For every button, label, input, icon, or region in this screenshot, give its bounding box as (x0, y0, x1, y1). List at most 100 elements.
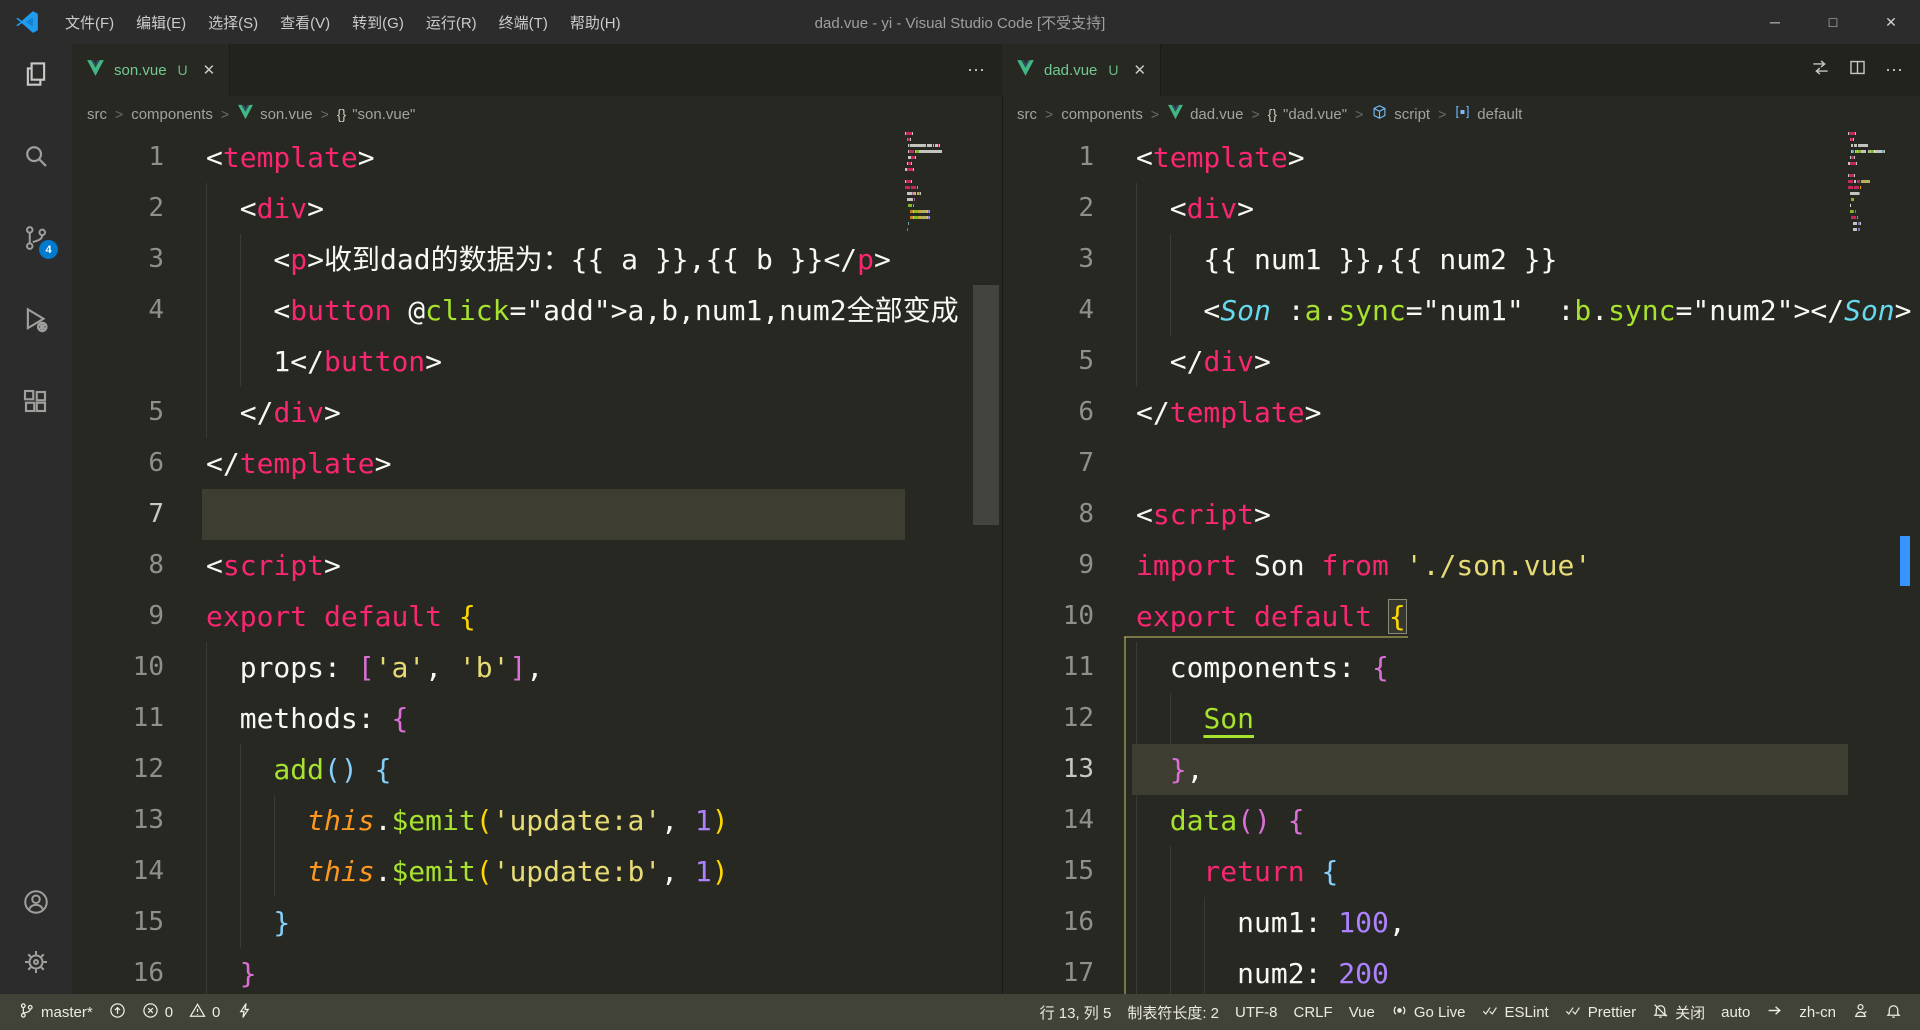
code-line-14[interactable]: 14 data() { (1002, 795, 1920, 846)
status-encoding[interactable]: UTF-8 (1227, 994, 1286, 1030)
code-line-3[interactable]: 3 {{ num1 }},{{ num2 }} (1002, 234, 1920, 285)
code-line-11[interactable]: 11 components: { (1002, 642, 1920, 693)
code-line-wrap[interactable]: 1</button> (72, 336, 1002, 387)
activitybar-settings[interactable] (20, 946, 52, 978)
menu-文件F[interactable]: 文件(F) (54, 12, 125, 33)
minimap[interactable] (905, 132, 947, 994)
line-number: 7 (1078, 448, 1094, 478)
split-icon[interactable] (1848, 58, 1867, 82)
activitybar-accounts[interactable] (20, 886, 52, 918)
code-line-15[interactable]: 15 return { (1002, 846, 1920, 897)
status-indentation[interactable]: 制表符长度: 2 (1119, 994, 1227, 1030)
status-display-language[interactable]: zh-cn (1791, 994, 1844, 1030)
activitybar-extensions[interactable] (20, 386, 52, 418)
breadcrumb-label: dad.vue (1190, 105, 1244, 123)
minimize-button[interactable]: ─ (1746, 0, 1804, 44)
menu-终端T[interactable]: 终端(T) (488, 12, 559, 33)
close-icon[interactable]: ✕ (203, 61, 216, 79)
code-line-6[interactable]: 6 </template> (72, 438, 1002, 489)
code-line-8[interactable]: 8 <script> (72, 540, 1002, 591)
compare-icon[interactable] (1811, 58, 1830, 82)
status-arrow[interactable] (1758, 994, 1791, 1030)
minimap[interactable] (1848, 132, 1890, 994)
status-warnings[interactable]: 0 (181, 994, 228, 1030)
status-publish-changes[interactable] (101, 994, 134, 1030)
code-line-15[interactable]: 15 } (72, 897, 1002, 948)
breadcrumb-item-3[interactable]: {} "dad.vue" (1268, 106, 1347, 123)
minimap-line (1848, 222, 1890, 225)
status-auto-detect[interactable]: auto (1713, 994, 1758, 1030)
breadcrumb-item-0[interactable]: src (1017, 106, 1037, 123)
menu-选择S[interactable]: 选择(S) (197, 12, 269, 33)
code-line-13[interactable]: 13 }, (1002, 744, 1920, 795)
status-git-branch[interactable]: master* (10, 994, 101, 1030)
code-line-9[interactable]: 9 export default { (72, 591, 1002, 642)
activitybar-run-and-debug[interactable] (20, 304, 52, 336)
code-editor[interactable]: 1 <template> 2 <div> 3 {{ num1 }},{{ num2 }… (1002, 132, 1920, 994)
status-eslint[interactable]: ESLint (1474, 994, 1557, 1030)
status-go-live[interactable]: Go Live (1383, 994, 1474, 1030)
menu-查看V[interactable]: 查看(V) (269, 12, 341, 33)
code-line-6[interactable]: 6 </template> (1002, 387, 1920, 438)
code-line-8[interactable]: 8 <script> (1002, 489, 1920, 540)
vertical-scrollbar[interactable] (973, 285, 999, 525)
code-line-5[interactable]: 5 </div> (1002, 336, 1920, 387)
status-errors[interactable]: 0 (134, 994, 181, 1030)
code-line-13[interactable]: 13 this.$emit('update:a', 1) (72, 795, 1002, 846)
code-line-16[interactable]: 16 num1: 100, (1002, 897, 1920, 948)
more-actions-icon[interactable]: ⋯ (967, 60, 986, 81)
menu-帮助H[interactable]: 帮助(H) (559, 12, 632, 33)
code-line-10[interactable]: 10 props: ['a', 'b'], (72, 642, 1002, 693)
activitybar-source-control[interactable]: 4 (20, 222, 58, 259)
code-line-1[interactable]: 1 <template> (72, 132, 1002, 183)
breadcrumb-item-1[interactable]: components (131, 106, 213, 123)
code-text: </template> (206, 447, 392, 480)
status-notifications-toggle[interactable]: 关闭 (1644, 994, 1713, 1030)
code-line-2[interactable]: 2 <div> (1002, 183, 1920, 234)
status-language-mode[interactable]: Vue (1341, 994, 1383, 1030)
breadcrumb-item-0[interactable]: src (87, 106, 107, 123)
code-line-9[interactable]: 9 import Son from './son.vue' (1002, 540, 1920, 591)
status-prettier[interactable]: Prettier (1557, 994, 1644, 1030)
breadcrumb-item-3[interactable]: {} "son.vue" (337, 106, 416, 123)
breadcrumb-item-1[interactable]: components (1061, 106, 1143, 123)
code-line-11[interactable]: 11 methods: { (72, 693, 1002, 744)
code-line-7[interactable]: 7 (1002, 438, 1920, 489)
code-line-7[interactable]: 7 (72, 489, 1002, 540)
breadcrumb-item-4[interactable]: script (1371, 104, 1430, 124)
code-line-1[interactable]: 1 <template> (1002, 132, 1920, 183)
menu-运行R[interactable]: 运行(R) (415, 12, 488, 33)
code-line-14[interactable]: 14 this.$emit('update:b', 1) (72, 846, 1002, 897)
menu-编辑E[interactable]: 编辑(E) (125, 12, 197, 33)
code-editor[interactable]: 1 <template> 2 <div> 3 <p>收到dad的数据为：{{ a }}… (72, 132, 1002, 994)
status-live-reload[interactable] (228, 994, 261, 1030)
code-text: props: ['a', 'b'], (206, 651, 544, 684)
status-feedback[interactable] (1844, 994, 1877, 1030)
status-cursor-position[interactable]: 行 13, 列 5 (1032, 994, 1120, 1030)
line-number: 4 (1078, 295, 1094, 325)
status-eol[interactable]: CRLF (1286, 994, 1341, 1030)
breadcrumb-item-2[interactable]: son.vue (237, 104, 313, 124)
breadcrumb-item-2[interactable]: dad.vue (1167, 104, 1243, 124)
code-line-10[interactable]: 10 export default { (1002, 591, 1920, 642)
activitybar-search[interactable] (20, 140, 52, 172)
close-icon[interactable]: ✕ (1134, 61, 1147, 79)
code-line-12[interactable]: 12 Son (1002, 693, 1920, 744)
code-line-12[interactable]: 12 add() { (72, 744, 1002, 795)
more-actions-icon[interactable]: ⋯ (1885, 60, 1904, 81)
tab-son.vue[interactable]: son.vue U ✕ (72, 44, 231, 96)
code-line-5[interactable]: 5 </div> (72, 387, 1002, 438)
code-line-4[interactable]: 4 <Son :a.sync="num1" :b.sync="num2"></S… (1002, 285, 1920, 336)
code-line-2[interactable]: 2 <div> (72, 183, 1002, 234)
tab-dad.vue[interactable]: dad.vue U ✕ (1002, 44, 1162, 96)
code-line-17[interactable]: 17 num2: 200 (1002, 948, 1920, 994)
close-window-button[interactable]: ✕ (1862, 0, 1920, 44)
code-line-4[interactable]: 4 <button @click="add">a,b,num1,num2全部变成 (72, 285, 1002, 336)
breadcrumb-item-5[interactable]: default (1454, 104, 1522, 124)
activitybar-explorer[interactable] (20, 58, 52, 90)
maximize-button[interactable]: □ (1804, 0, 1862, 44)
code-line-3[interactable]: 3 <p>收到dad的数据为：{{ a }},{{ b }}</p> (72, 234, 1002, 285)
status-notifications-bell[interactable] (1877, 994, 1910, 1030)
code-line-16[interactable]: 16 } (72, 948, 1002, 994)
menu-转到G[interactable]: 转到(G) (341, 12, 415, 33)
